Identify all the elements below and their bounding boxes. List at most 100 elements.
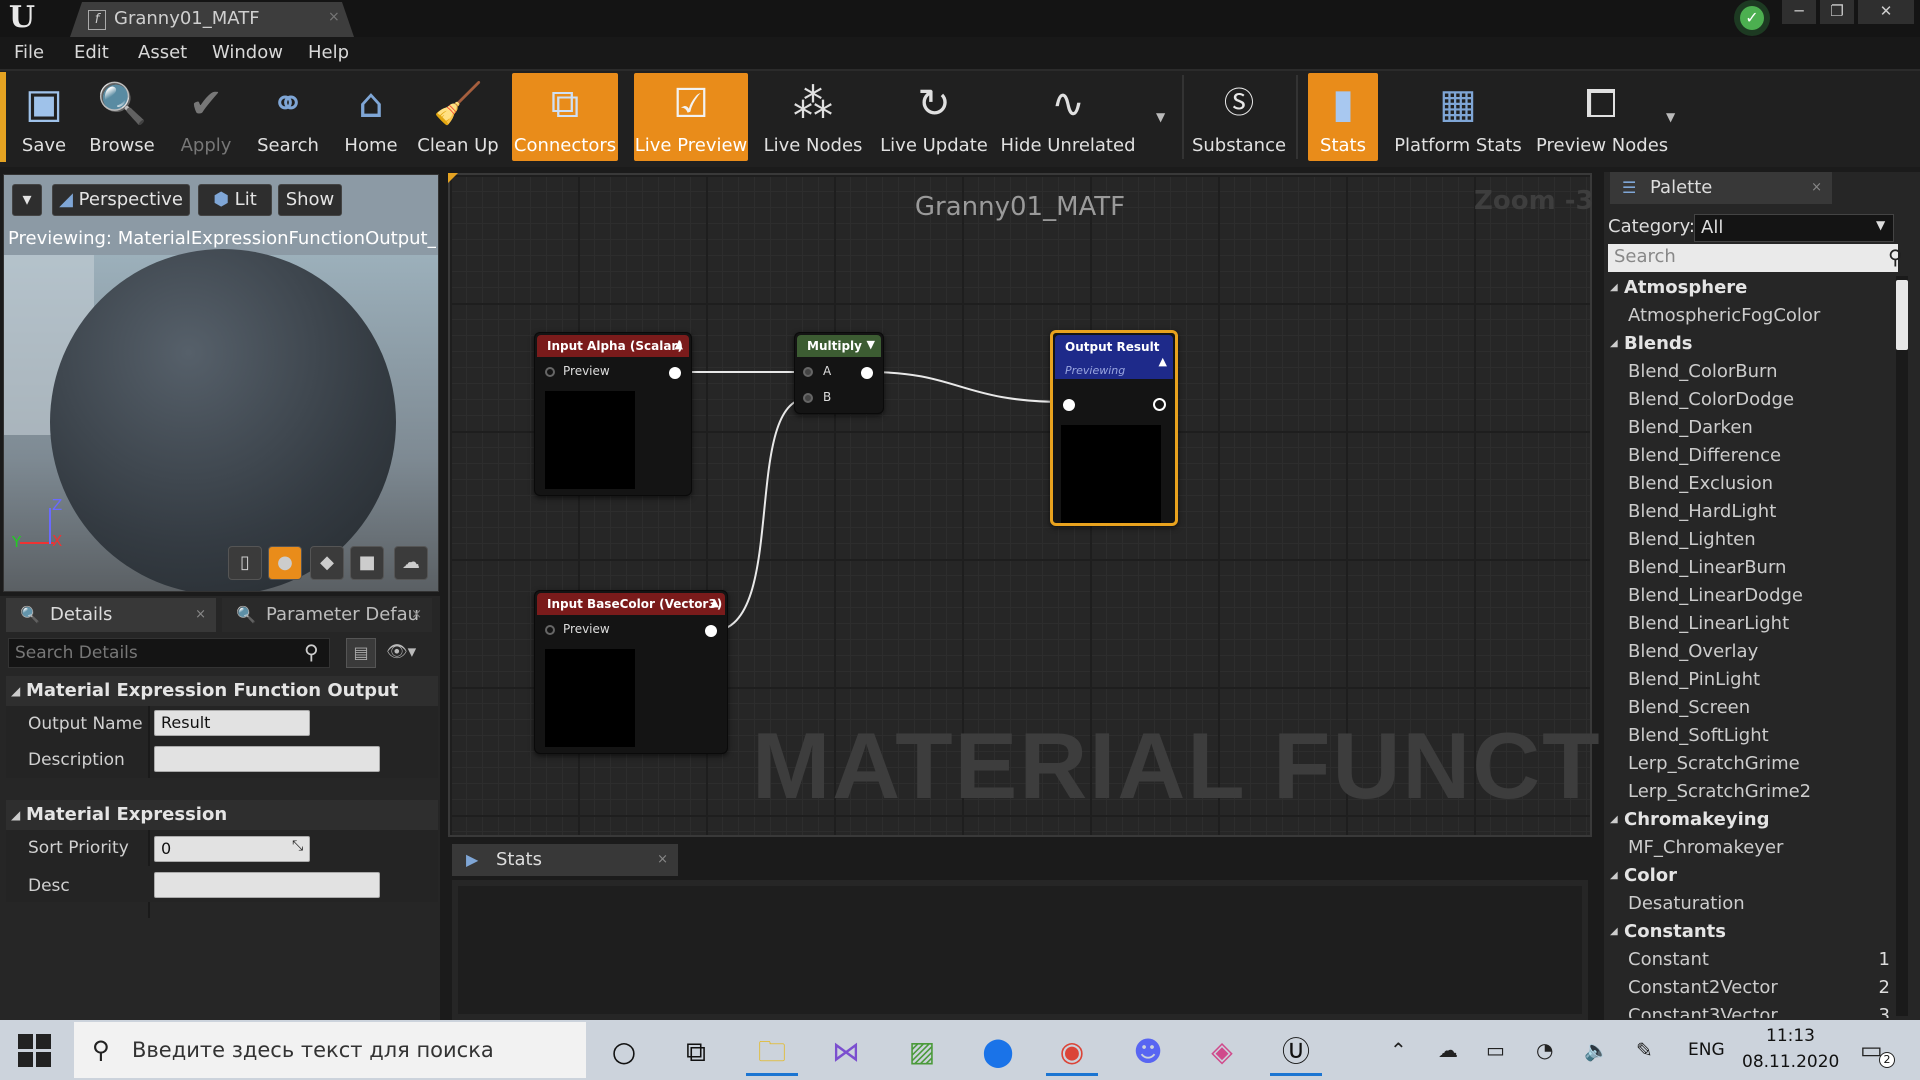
palette-search-input[interactable]: Search — [1608, 244, 1898, 272]
clock-date[interactable]: 08.11.2020 — [1742, 1052, 1839, 1072]
palette-item[interactable]: Blend_LinearDodge — [1608, 582, 1894, 610]
language-indicator[interactable]: ENG — [1688, 1040, 1725, 1060]
palette-scrollbar[interactable] — [1896, 276, 1908, 1016]
palette-item[interactable]: Blend_PinLight — [1608, 666, 1894, 694]
palette-item-label: Constant — [1628, 949, 1709, 970]
output-pin[interactable] — [669, 367, 681, 379]
node-title: Input BaseColor (Vector3) — [547, 597, 723, 611]
palette-item[interactable]: Blend_HardLight — [1608, 498, 1894, 526]
volume-icon[interactable]: 🔈 — [1584, 1038, 1609, 1062]
palette-item-label: Blend_Lighten — [1628, 529, 1756, 550]
node-output-result[interactable]: Output Result Previewing ▲ — [1050, 330, 1178, 526]
discord-icon[interactable]: ☻ — [1122, 1028, 1174, 1076]
palette-item[interactable]: Blend_ColorBurn — [1608, 358, 1894, 386]
node-title: Output Result — [1065, 340, 1160, 354]
palette-item[interactable]: Blend_Screen — [1608, 694, 1894, 722]
palette-item-label: Lerp_ScratchGrime2 — [1628, 781, 1812, 802]
palette-item[interactable]: AtmosphericFogColor — [1608, 302, 1894, 330]
pin-a-hollow[interactable] — [803, 367, 813, 377]
palette-item-label: Constants — [1624, 921, 1726, 942]
output-pin[interactable] — [705, 625, 717, 637]
palette-category[interactable]: Atmosphere — [1608, 274, 1894, 302]
collapse-node-icon[interactable]: ▲ — [711, 596, 719, 609]
palette-item-label: Blend_ColorDodge — [1628, 389, 1795, 410]
node-title: Multiply — [807, 339, 862, 353]
palette-list: Atmosphere AtmosphericFogColor Blends Blend… — [1608, 274, 1894, 1018]
stats-output-area[interactable] — [452, 880, 1588, 1020]
node-input-basecolor[interactable]: Input BaseColor (Vector3) ▲ Preview — [534, 590, 728, 754]
palette-item[interactable]: Blend_Overlay — [1608, 638, 1894, 666]
onedrive-icon[interactable]: ☁ — [1438, 1038, 1458, 1062]
palette-tab[interactable]: ☰ Palette × — [1610, 172, 1832, 204]
palette-item[interactable]: Blend_Darken — [1608, 414, 1894, 442]
palette-item[interactable]: Blend_Difference — [1608, 442, 1894, 470]
task-view-icon[interactable]: ⧉ — [670, 1028, 722, 1076]
palette-item-label: Atmosphere — [1624, 277, 1748, 298]
unreal-icon[interactable]: Ⓤ — [1270, 1028, 1322, 1076]
palette-item[interactable]: Blend_ColorDodge — [1608, 386, 1894, 414]
palette-item[interactable]: Blend_Exclusion — [1608, 470, 1894, 498]
stats-tab[interactable]: ▶ Stats × — [452, 844, 678, 876]
expand-node-icon[interactable]: ▼ — [867, 338, 875, 351]
pin-preview-hollow[interactable] — [545, 367, 555, 377]
show-hidden-icons-icon[interactable]: ⌃ — [1390, 1038, 1407, 1062]
close-tab-icon[interactable]: × — [1811, 172, 1822, 204]
collapse-node-icon[interactable]: ▲ — [675, 338, 683, 351]
pin-preview-label: Preview — [563, 622, 610, 636]
category-dropdown[interactable]: All — [1694, 214, 1894, 242]
maps-icon[interactable]: ⬤ — [972, 1028, 1024, 1076]
node-preview-thumbnail — [545, 391, 635, 489]
palette-item-label: Blend_SoftLight — [1628, 725, 1769, 746]
visual-studio-icon[interactable]: ⋈ — [820, 1028, 872, 1076]
image-editor-icon[interactable]: ▨ — [896, 1028, 948, 1076]
palette-item[interactable]: Lerp_ScratchGrime — [1608, 750, 1894, 778]
collapse-node-icon[interactable]: ▲ — [1159, 355, 1167, 368]
palette-scrollbar-thumb[interactable] — [1896, 280, 1908, 350]
close-tab-icon[interactable]: × — [657, 844, 668, 876]
output-pin[interactable] — [861, 367, 873, 379]
chrome-icon[interactable]: ◉ — [1046, 1028, 1098, 1076]
palette-item[interactable]: Desaturation — [1608, 890, 1894, 918]
clock-time[interactable]: 11:13 — [1766, 1026, 1815, 1046]
node-multiply[interactable]: Multiply ▼ A B — [794, 332, 884, 414]
palette-item[interactable]: Lerp_ScratchGrime2 — [1608, 778, 1894, 806]
input-pin[interactable] — [1063, 399, 1075, 411]
node-preview-thumbnail — [1061, 425, 1161, 523]
palette-item-label: MF_Chromakeyer — [1628, 837, 1784, 858]
node-header: Input BaseColor (Vector3) — [537, 593, 725, 615]
palette-item[interactable]: Constant3Vector 3 — [1608, 1002, 1894, 1018]
palette-item-label: Blend_PinLight — [1628, 669, 1761, 690]
file-explorer-icon[interactable]: 🗀 — [746, 1028, 798, 1076]
palette-item-label: Blend_ColorBurn — [1628, 361, 1778, 382]
cortana-icon[interactable]: ○ — [598, 1028, 650, 1076]
node-subtitle: Previewing — [1065, 364, 1126, 377]
palette-item-label: Blend_Darken — [1628, 417, 1753, 438]
windows-start-icon[interactable] — [18, 1034, 52, 1068]
palette-item-label: Desaturation — [1628, 893, 1745, 914]
palette-category[interactable]: Constants — [1608, 918, 1894, 946]
palette-item[interactable]: Blend_LinearLight — [1608, 610, 1894, 638]
wifi-icon[interactable]: ◔ — [1536, 1038, 1553, 1062]
node-input-alpha[interactable]: Input Alpha (Scalar) ▲ Preview — [534, 332, 692, 496]
output-pin-hollow[interactable] — [1153, 398, 1166, 411]
node-preview-thumbnail — [545, 649, 635, 747]
battery-icon[interactable]: ▭ — [1486, 1038, 1505, 1062]
palette-item-label: Blend_Screen — [1628, 697, 1751, 718]
taskbar-search-input[interactable]: Введите здесь текст для поиска — [74, 1022, 586, 1078]
palette-category[interactable]: Chromakeying — [1608, 806, 1894, 834]
palette-item[interactable]: MF_Chromakeyer — [1608, 834, 1894, 862]
palette-item[interactable]: Blend_Lighten — [1608, 526, 1894, 554]
palette-item[interactable]: Constant 1 — [1608, 946, 1894, 974]
palette-item-label: Constant3Vector — [1628, 1005, 1778, 1018]
palette-item[interactable]: Blend_LinearBurn — [1608, 554, 1894, 582]
palette-item[interactable]: Blend_SoftLight — [1608, 722, 1894, 750]
app-icon[interactable]: ◈ — [1196, 1028, 1248, 1076]
palette-item[interactable]: Constant2Vector 2 — [1608, 974, 1894, 1002]
pin-preview-hollow[interactable] — [545, 625, 555, 635]
search-icon: ⚲ — [1888, 245, 1903, 269]
pin-b-hollow[interactable] — [803, 393, 813, 403]
palette-category[interactable]: Blends — [1608, 330, 1894, 358]
pin-b-label: B — [823, 390, 832, 404]
pen-icon[interactable]: ✎ — [1636, 1038, 1653, 1062]
palette-category[interactable]: Color — [1608, 862, 1894, 890]
